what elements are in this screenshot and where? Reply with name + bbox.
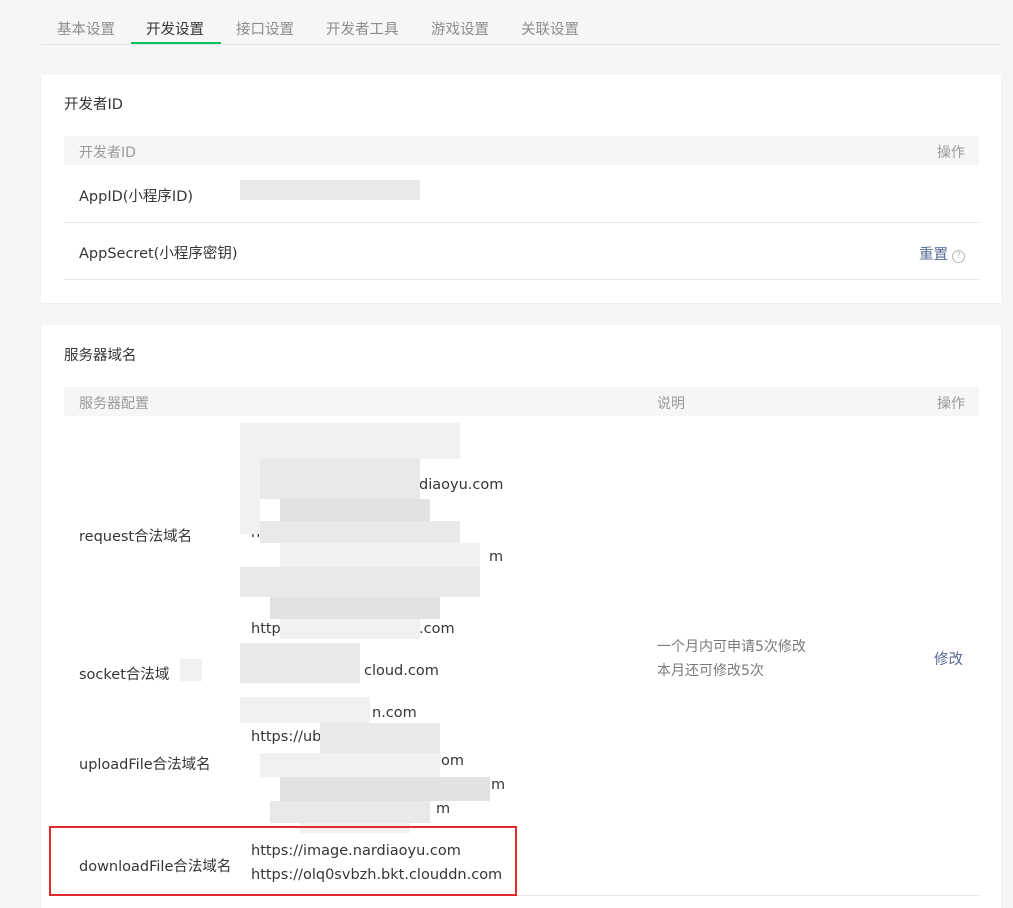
modify-limit-note: 一个月内可申请5次修改 — [657, 639, 806, 655]
request-domain-line: http — [251, 621, 281, 637]
socket-domain-label: socket合法域 — [79, 667, 170, 683]
redacted-region — [240, 697, 370, 723]
upload-domain-line: m — [436, 801, 451, 817]
tab-basic-settings[interactable]: 基本设置 — [57, 18, 115, 39]
developer-id-title: 开发者ID — [64, 97, 123, 113]
developer-id-card: 开发者ID 开发者ID 操作 AppID(小程序ID) AppSecret(小程… — [41, 75, 1001, 303]
upload-domain-line: https://ubl — [251, 729, 326, 745]
header-developer-id: 开发者ID — [79, 145, 136, 161]
request-domain-label: request合法域名 — [79, 529, 193, 545]
upload-domain-line: om — [441, 753, 464, 769]
tab-developer-tools[interactable]: 开发者工具 — [326, 18, 399, 39]
header-action: 操作 — [937, 145, 965, 161]
header-server-config: 服务器配置 — [79, 396, 149, 412]
row-divider — [64, 279, 979, 280]
redacted-region — [180, 659, 202, 681]
redacted-region — [280, 619, 420, 639]
redacted-region — [260, 459, 420, 499]
server-domain-table-header: 服务器配置 说明 操作 — [64, 387, 979, 416]
highlight-annotation-box — [49, 826, 517, 896]
server-domain-title: 服务器域名 — [64, 348, 137, 364]
appid-label: AppID(小程序ID) — [79, 189, 194, 205]
redacted-region — [270, 801, 430, 823]
redacted-region — [270, 597, 440, 619]
redacted-region — [240, 643, 360, 683]
row-divider — [64, 222, 979, 223]
modify-button[interactable]: 修改 — [934, 648, 963, 669]
upload-domain-label: uploadFile合法域名 — [79, 757, 211, 773]
redacted-region — [320, 723, 440, 753]
socket-domain-value: cloud.com — [364, 663, 439, 679]
settings-tabs: 基本设置 开发设置 接口设置 开发者工具 游戏设置 关联设置 — [41, 0, 1001, 45]
redacted-region — [240, 459, 260, 534]
server-domain-card: 服务器域名 服务器配置 说明 操作 request合法域名 diaoyu.com… — [41, 325, 1001, 908]
request-domain-line: diaoyu.com — [419, 477, 504, 493]
appsecret-label: AppSecret(小程序密钥) — [79, 246, 238, 262]
reset-action: 重置? — [919, 243, 965, 264]
redacted-region — [260, 753, 440, 777]
upload-domain-line: n.com — [372, 705, 417, 721]
appid-value-redacted — [240, 180, 420, 200]
redacted-region — [280, 777, 490, 801]
request-domain-line: m — [489, 549, 504, 565]
help-icon[interactable]: ? — [952, 250, 965, 263]
active-tab-indicator — [131, 42, 221, 44]
header-description: 说明 — [657, 396, 685, 412]
modify-remaining-note: 本月还可修改5次 — [657, 663, 764, 679]
redacted-region — [280, 543, 480, 567]
tab-linked-settings[interactable]: 关联设置 — [521, 18, 579, 39]
tab-game-settings[interactable]: 游戏设置 — [431, 18, 489, 39]
redacted-region — [240, 423, 460, 459]
tab-dev-settings[interactable]: 开发设置 — [146, 18, 204, 39]
upload-domain-line: m — [491, 777, 506, 793]
reset-button[interactable]: 重置 — [919, 247, 948, 263]
header-action: 操作 — [937, 396, 965, 412]
redacted-region — [280, 499, 430, 521]
tab-interface-settings[interactable]: 接口设置 — [236, 18, 294, 39]
request-domain-line: .com — [419, 621, 455, 637]
redacted-region — [240, 567, 480, 597]
developer-id-table-header: 开发者ID 操作 — [64, 136, 979, 165]
redacted-region — [260, 521, 460, 543]
